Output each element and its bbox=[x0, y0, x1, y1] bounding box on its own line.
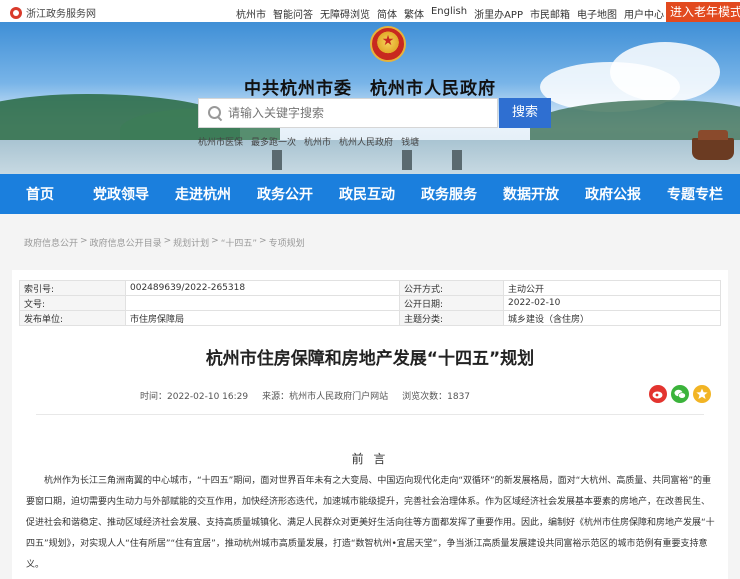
pagoda-decoration bbox=[452, 150, 462, 170]
link-english[interactable]: English bbox=[431, 6, 467, 21]
article-paragraph: 杭州作为长江三角洲南翼的中心城市，“十四五”期间，面对世界百年未有之大变局、中国… bbox=[26, 476, 715, 570]
site-title: 中共杭州市委 杭州市人民政府 bbox=[244, 79, 496, 99]
link-simplified[interactable]: 简体 bbox=[377, 6, 397, 21]
document-info: 时间：2022-02-10 16:29 来源：杭州市人民政府门户网站 浏览次数：… bbox=[140, 389, 470, 402]
divider bbox=[36, 414, 704, 415]
weibo-icon[interactable] bbox=[649, 385, 667, 403]
brand-label: 浙江政务服务网 bbox=[26, 9, 96, 20]
link-mail[interactable]: 市民邮箱 bbox=[530, 6, 570, 21]
link-city[interactable]: 杭州市 bbox=[236, 6, 266, 21]
breadcrumb: 政府信息公开 > 政府信息公开目录 > 规划计划 > “十四五” > 专项规划 bbox=[24, 236, 305, 249]
method-value: 主动公开 bbox=[503, 280, 721, 296]
top-utility-bar: 浙江政务服务网 杭州市 智能问答 无障碍浏览 简体 繁体 English 浙里办… bbox=[0, 0, 740, 22]
hot-word[interactable]: 杭州市医保 bbox=[198, 135, 243, 148]
elder-mode-button[interactable]: 进入老年模式 bbox=[666, 2, 740, 22]
breadcrumb-item[interactable]: 政府信息公开 bbox=[24, 236, 78, 249]
zhejiang-gov-brand[interactable]: 浙江政务服务网 bbox=[10, 5, 96, 20]
breadcrumb-item[interactable]: 政府信息公开目录 bbox=[90, 236, 162, 249]
view-count: 浏览次数：1837 bbox=[402, 392, 471, 402]
pagoda-decoration bbox=[272, 150, 282, 170]
link-accessibility[interactable]: 无障碍浏览 bbox=[320, 6, 370, 21]
publisher-value: 市住房保障局 bbox=[125, 310, 400, 326]
qzone-icon[interactable] bbox=[693, 385, 711, 403]
hot-word[interactable]: 最多跑一次 bbox=[251, 135, 296, 148]
docno-value bbox=[125, 295, 400, 311]
index-label: 索引号: bbox=[19, 280, 126, 296]
date-value: 2022-02-10 bbox=[503, 295, 721, 311]
hot-words: 杭州市医保 最多跑一次 杭州市 杭州人民政府 钱塘 bbox=[198, 135, 419, 148]
boat-decoration bbox=[692, 130, 734, 160]
publish-time: 时间：2022-02-10 16:29 bbox=[140, 392, 249, 402]
section-heading: 前 言 bbox=[351, 452, 389, 466]
document-title: 杭州市住房保障和房地产发展“十四五”规划 bbox=[205, 349, 535, 369]
nav-home[interactable]: 首页 bbox=[0, 184, 80, 204]
link-app[interactable]: 浙里办APP bbox=[474, 6, 523, 21]
article-body: 杭州作为长江三角洲南翼的中心城市，“十四五”期间，面对世界百年未有之大变局、中国… bbox=[26, 471, 716, 576]
nav-interaction[interactable]: 政民互动 bbox=[326, 184, 408, 204]
breadcrumb-item[interactable]: 规划计划 bbox=[173, 236, 209, 249]
search-box bbox=[198, 98, 498, 128]
topic-label: 主题分类: bbox=[399, 310, 504, 326]
nav-leaders[interactable]: 党政领导 bbox=[80, 184, 162, 204]
link-traditional[interactable]: 繁体 bbox=[404, 6, 424, 21]
table-row: 文号: 公开日期: 2022-02-10 bbox=[19, 295, 721, 311]
main-nav: 首页 党政领导 走进杭州 政务公开 政民互动 政务服务 数据开放 政府公报 专题… bbox=[0, 174, 740, 214]
link-user-center[interactable]: 用户中心 bbox=[624, 6, 664, 21]
hot-word[interactable]: 杭州人民政府 bbox=[339, 135, 393, 148]
document-source: 来源：杭州市人民政府门户网站 bbox=[262, 392, 389, 402]
index-value: 002489639/2022-265318 bbox=[125, 280, 400, 296]
search-button[interactable]: 搜索 bbox=[499, 98, 551, 128]
hot-word[interactable]: 钱塘 bbox=[401, 135, 419, 148]
utility-links: 杭州市 智能问答 无障碍浏览 简体 繁体 English 浙里办APP 市民邮箱… bbox=[236, 6, 664, 21]
breadcrumb-item[interactable]: “十四五” bbox=[221, 236, 257, 249]
topic-value: 城乡建设（含住房） bbox=[503, 310, 721, 326]
method-label: 公开方式: bbox=[399, 280, 504, 296]
date-label: 公开日期: bbox=[399, 295, 504, 311]
breadcrumb-separator: > bbox=[211, 236, 219, 246]
wechat-icon[interactable] bbox=[671, 385, 689, 403]
table-row: 索引号: 002489639/2022-265318 公开方式: 主动公开 bbox=[19, 280, 721, 296]
link-map[interactable]: 电子地图 bbox=[577, 6, 617, 21]
breadcrumb-separator: > bbox=[80, 236, 88, 246]
search-icon bbox=[208, 106, 222, 120]
search-input[interactable] bbox=[228, 106, 478, 120]
link-qa[interactable]: 智能问答 bbox=[273, 6, 313, 21]
breadcrumb-item[interactable]: 专项规划 bbox=[269, 236, 305, 249]
zhejiang-logo-icon bbox=[10, 6, 22, 19]
breadcrumb-separator: > bbox=[163, 236, 172, 246]
breadcrumb-separator: > bbox=[259, 236, 267, 246]
pagoda-decoration bbox=[402, 150, 412, 170]
docno-label: 文号: bbox=[19, 295, 126, 311]
nav-open-data[interactable]: 数据开放 bbox=[490, 184, 572, 204]
nav-about-hangzhou[interactable]: 走进杭州 bbox=[162, 184, 244, 204]
nav-gov-disclosure[interactable]: 政务公开 bbox=[244, 184, 326, 204]
nav-gov-services[interactable]: 政务服务 bbox=[408, 184, 490, 204]
nav-gazette[interactable]: 政府公报 bbox=[572, 184, 654, 204]
hot-word[interactable]: 杭州市 bbox=[304, 135, 331, 148]
nav-special-topics[interactable]: 专题专栏 bbox=[654, 184, 736, 204]
national-emblem-icon bbox=[370, 26, 406, 62]
table-row: 发布单位: 市住房保障局 主题分类: 城乡建设（含住房） bbox=[19, 310, 721, 326]
publisher-label: 发布单位: bbox=[19, 310, 126, 326]
document-meta-table: 索引号: 002489639/2022-265318 公开方式: 主动公开 文号… bbox=[19, 280, 721, 326]
